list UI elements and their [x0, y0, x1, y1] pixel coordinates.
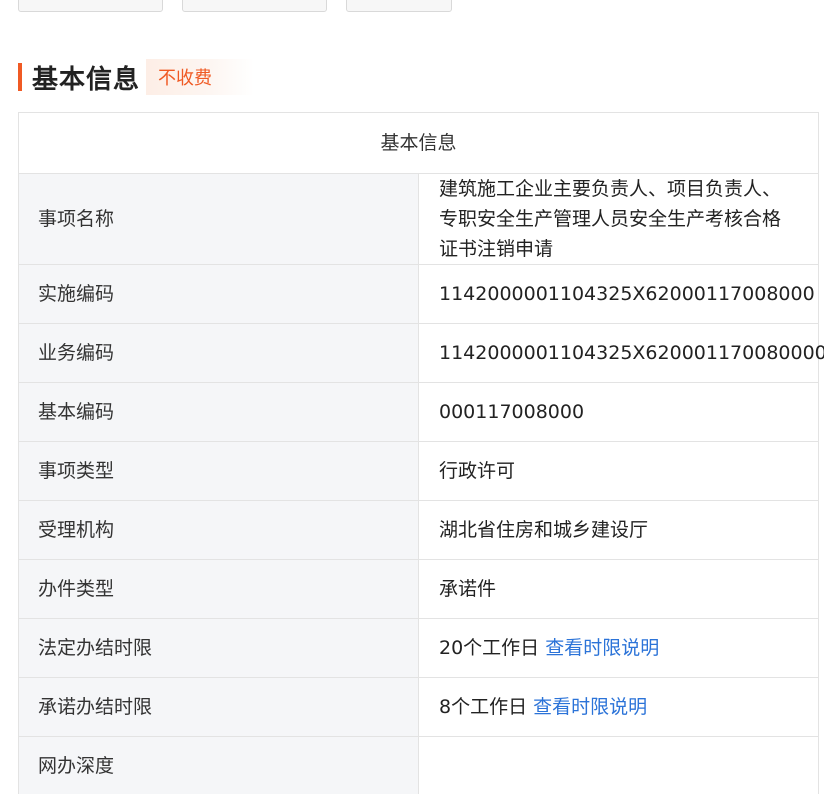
row-label: 实施编码 — [18, 264, 419, 324]
table-row: 基本编码 000117008000 — [18, 382, 819, 442]
fee-badge: 不收费 — [146, 59, 255, 95]
row-value: 行政许可 — [418, 441, 819, 501]
page: 基本信息 不收费 基本信息 事项名称 建筑施工企业主要负责人、项目负责人、专职安… — [0, 0, 824, 794]
table-row: 网办深度 — [18, 736, 819, 794]
row-value: 湖北省住房和城乡建设厅 — [418, 500, 819, 560]
table-row: 受理机构 湖北省住房和城乡建设厅 — [18, 500, 819, 560]
row-value: 1142000001104325X6200011700800004 — [418, 323, 824, 383]
row-label: 网办深度 — [18, 736, 419, 794]
row-value: 20个工作日 查看时限说明 — [418, 618, 819, 678]
table-row: 事项名称 建筑施工企业主要负责人、项目负责人、专职安全生产管理人员安全生产考核合… — [18, 173, 819, 265]
table-row: 法定办结时限 20个工作日 查看时限说明 — [18, 618, 819, 678]
basic-info-table: 基本信息 事项名称 建筑施工企业主要负责人、项目负责人、专职安全生产管理人员安全… — [18, 112, 824, 794]
table-caption: 基本信息 — [18, 112, 819, 174]
promised-time-limit-value: 8个工作日 — [439, 696, 528, 718]
row-label: 承诺办结时限 — [18, 677, 419, 737]
row-value: 1142000001104325X62000117008000 — [418, 264, 819, 324]
row-label: 法定办结时限 — [18, 618, 419, 678]
table-row: 实施编码 1142000001104325X62000117008000 — [18, 264, 819, 324]
row-value — [418, 736, 819, 794]
row-value: 000117008000 — [418, 382, 819, 442]
table-row: 业务编码 1142000001104325X6200011700800004 — [18, 323, 824, 383]
row-value: 承诺件 — [418, 559, 819, 619]
section-title: 基本信息 — [32, 64, 141, 95]
row-label: 基本编码 — [18, 382, 419, 442]
row-label: 办件类型 — [18, 559, 419, 619]
section-header: 基本信息 不收费 — [18, 58, 255, 96]
tab-button-1[interactable] — [18, 0, 163, 12]
table-row: 办件类型 承诺件 — [18, 559, 819, 619]
promised-time-limit-info-link[interactable]: 查看时限说明 — [533, 696, 647, 718]
tab-button-3[interactable] — [346, 0, 452, 12]
row-value: 8个工作日 查看时限说明 — [418, 677, 819, 737]
tab-button-2[interactable] — [182, 0, 327, 12]
row-label: 受理机构 — [18, 500, 419, 560]
row-label: 业务编码 — [18, 323, 419, 383]
row-label: 事项类型 — [18, 441, 419, 501]
time-limit-info-link[interactable]: 查看时限说明 — [545, 637, 659, 659]
row-value: 建筑施工企业主要负责人、项目负责人、专职安全生产管理人员安全生产考核合格证书注销… — [418, 173, 819, 265]
time-limit-value: 20个工作日 — [439, 637, 540, 659]
row-label: 事项名称 — [18, 173, 419, 265]
table-row: 承诺办结时限 8个工作日 查看时限说明 — [18, 677, 819, 737]
section-accent-bar — [18, 63, 22, 91]
table-row: 事项类型 行政许可 — [18, 441, 819, 501]
